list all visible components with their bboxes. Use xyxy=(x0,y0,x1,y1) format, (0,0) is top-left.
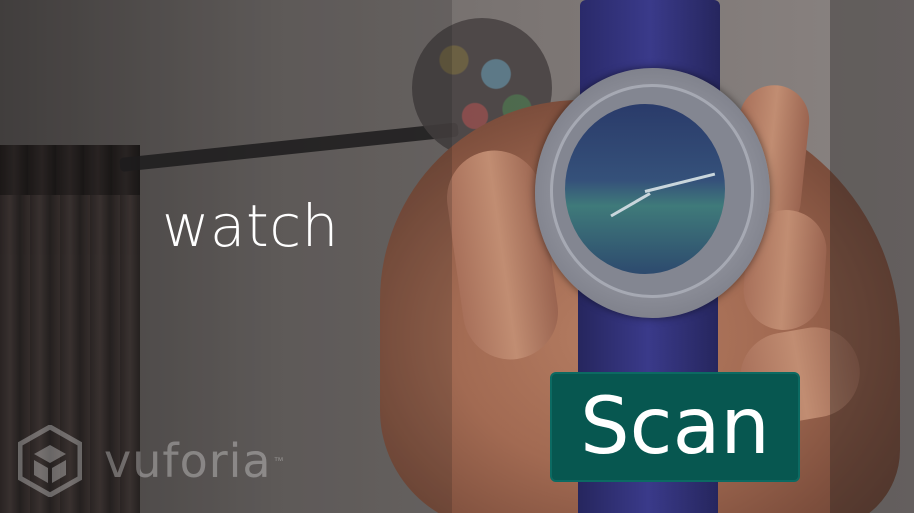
overlay-region-right xyxy=(830,0,914,513)
trademark-symbol: ™ xyxy=(273,455,284,467)
scan-button[interactable]: Scan xyxy=(550,372,800,482)
vuforia-wordmark: vuforia xyxy=(104,434,272,488)
vuforia-logo-icon xyxy=(18,425,82,497)
scan-button-label: Scan xyxy=(580,382,770,472)
detected-label: watch xyxy=(162,192,339,260)
vuforia-watermark: vuforia ™ xyxy=(18,425,284,497)
